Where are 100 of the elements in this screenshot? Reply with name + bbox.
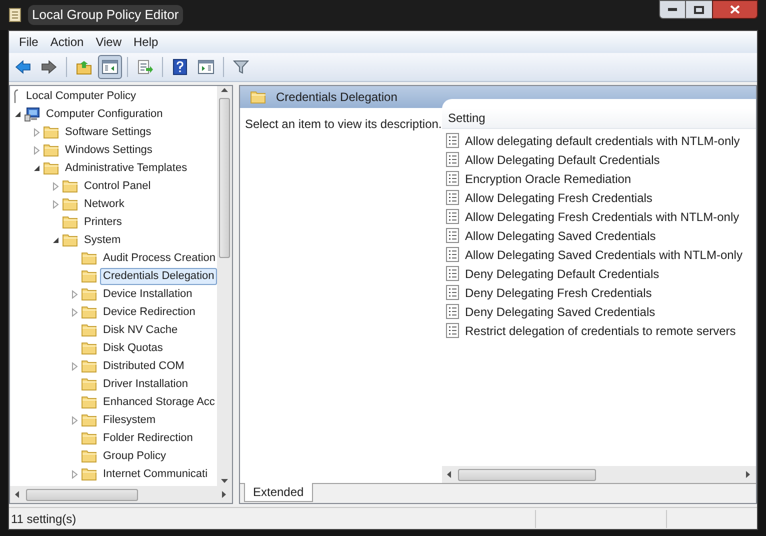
maximize-icon: [694, 6, 704, 14]
help-icon[interactable]: [173, 59, 187, 75]
expand-arrow-icon[interactable]: [71, 416, 79, 424]
tree-item[interactable]: Driver Installation: [100, 376, 191, 392]
tree-item[interactable]: Internet Communicati: [100, 466, 211, 482]
folder-icon: [81, 431, 97, 445]
setting-item[interactable]: Deny Delegating Fresh Credentials: [464, 284, 653, 302]
tree-item[interactable]: Enhanced Storage Acc: [100, 394, 218, 410]
setting-icon: [446, 304, 459, 319]
menu-item[interactable]: Help: [128, 33, 164, 51]
setting-icon: [446, 133, 459, 148]
folder-icon: [81, 359, 97, 373]
details-title: Credentials Delegation: [276, 89, 398, 106]
horizontal-scrollbar[interactable]: [10, 486, 232, 503]
back-arrow-icon[interactable]: [15, 59, 31, 75]
setting-icon: [446, 171, 459, 186]
folder-icon: [250, 90, 266, 104]
setting-item[interactable]: Allow Delegating Saved Credentials: [464, 226, 657, 244]
setting-item[interactable]: Deny Delegating Default Credentials: [464, 264, 660, 282]
setting-icon: [446, 323, 459, 338]
setting-item[interactable]: Allow Delegating Default Credentials: [464, 150, 661, 168]
setting-item[interactable]: Restrict delegation of credentials to remote servers: [464, 322, 737, 340]
close-button[interactable]: [712, 0, 758, 19]
folder-icon: [81, 377, 97, 391]
minimize-icon: [668, 8, 677, 11]
maximize-button[interactable]: [686, 0, 712, 19]
tree-item[interactable]: Printers: [81, 214, 125, 230]
setting-item[interactable]: Deny Delegating Saved Credentials: [464, 302, 656, 320]
tree-item[interactable]: Control Panel: [81, 178, 154, 194]
folder-icon: [81, 395, 97, 409]
folder-icon: [43, 125, 59, 139]
description-text: Select an item to view its description.: [245, 117, 442, 131]
view-tab[interactable]: Extended: [244, 483, 313, 502]
tree-item[interactable]: Network: [81, 196, 128, 212]
setting-item[interactable]: Allow Delegating Saved Credentials with NTLM-only: [464, 246, 744, 264]
expand-arrow-icon[interactable]: [71, 470, 79, 478]
folder-icon: [43, 143, 59, 157]
computer-icon: [24, 106, 40, 122]
folder-icon: [62, 215, 78, 229]
tree-item[interactable]: Computer Configuration: [43, 106, 166, 122]
setting-item[interactable]: Allow Delegating Fresh Credentials with NTLM-only: [464, 208, 740, 226]
collapse-arrow-icon[interactable]: [14, 110, 22, 118]
window-title: Local Group Policy Editor: [28, 5, 183, 25]
setting-icon: [446, 228, 459, 243]
tree-item[interactable]: Administrative Templates: [62, 160, 190, 176]
filter-icon[interactable]: [233, 59, 249, 75]
tree-item[interactable]: Software Settings: [62, 124, 154, 140]
close-icon: [730, 5, 740, 14]
folder-icon: [81, 287, 97, 301]
tree-item[interactable]: Device Redirection: [100, 304, 198, 320]
export-list-icon[interactable]: [137, 59, 153, 75]
folder-icon: [81, 323, 97, 337]
tree-item[interactable]: Disk Quotas: [100, 340, 166, 356]
folder-icon: [81, 305, 97, 319]
collapse-arrow-icon[interactable]: [52, 236, 60, 244]
tree-item[interactable]: Windows Settings: [62, 142, 156, 158]
folder-icon: [81, 341, 97, 355]
action-pane-icon[interactable]: [198, 60, 214, 74]
tree-item[interactable]: Filesystem: [100, 412, 159, 428]
setting-icon: [446, 209, 459, 224]
expand-arrow-icon[interactable]: [71, 362, 79, 370]
tree-item[interactable]: Audit Process Creation: [100, 250, 218, 266]
tree-item[interactable]: Disk NV Cache: [100, 322, 181, 338]
horizontal-scrollbar[interactable]: [442, 466, 756, 483]
console-tree-icon[interactable]: [102, 60, 118, 74]
collapse-arrow-icon[interactable]: [33, 164, 41, 172]
status-text: 11 setting(s): [10, 510, 78, 528]
tree-item[interactable]: Device Installation: [100, 286, 196, 302]
folder-icon: [81, 269, 97, 283]
folder-icon: [43, 161, 59, 175]
menu-item[interactable]: Action: [44, 33, 90, 51]
scroll-left-icon[interactable]: [13, 490, 22, 499]
setting-icon: [446, 152, 459, 167]
folder-icon: [81, 413, 97, 427]
menu-item[interactable]: File: [13, 33, 44, 51]
setting-icon: [446, 266, 459, 281]
folder-icon: [81, 251, 97, 265]
setting-icon: [446, 190, 459, 205]
tree-item[interactable]: Group Policy: [100, 448, 169, 464]
scroll-left-icon[interactable]: [445, 470, 454, 479]
setting-item[interactable]: Encryption Oracle Remediation: [464, 170, 632, 188]
minimize-button[interactable]: [659, 0, 686, 19]
folder-icon: [81, 467, 97, 481]
menu-item[interactable]: View: [90, 33, 128, 51]
scroll-up-icon[interactable]: [220, 86, 229, 95]
setting-item[interactable]: Allow Delegating Fresh Credentials: [464, 188, 654, 206]
folder-up-icon[interactable]: [76, 59, 92, 75]
folder-icon: [62, 179, 78, 193]
setting-item[interactable]: Allow delegating default credentials with NTLM-only: [464, 132, 741, 150]
tree-item[interactable]: Credentials Delegation: [100, 268, 218, 284]
folder-icon: [62, 233, 78, 247]
setting-icon: [446, 285, 459, 300]
tree-item[interactable]: Folder Redirection: [100, 430, 196, 446]
tree-item[interactable]: Distributed COM: [100, 358, 188, 374]
vertical-scrollbar[interactable]: [217, 86, 232, 486]
setting-icon: [446, 247, 459, 262]
tree-item[interactable]: System: [81, 232, 124, 248]
folder-icon: [62, 197, 78, 211]
folder-icon: [81, 449, 97, 463]
tree-item[interactable]: Local Computer Policy: [23, 88, 140, 104]
